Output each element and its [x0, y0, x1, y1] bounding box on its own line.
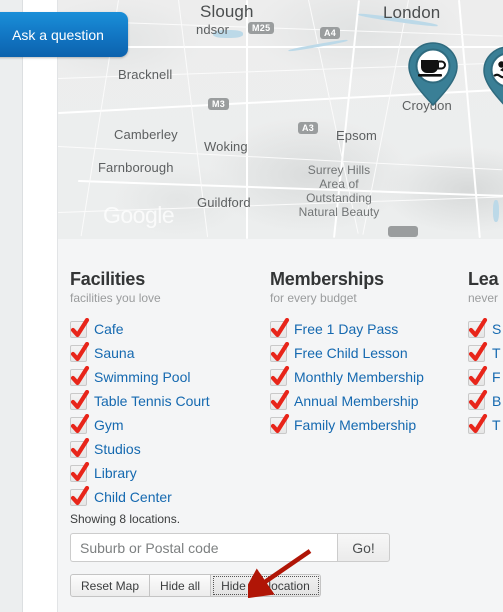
column-memberships: Memberships for every budget Free 1 Day …: [270, 269, 465, 437]
list-item[interactable]: S: [468, 317, 503, 341]
membership-list: Free 1 Day Pass Free Child Lesson Monthl…: [270, 317, 465, 437]
list-item-label: T: [492, 345, 501, 361]
reset-map-button[interactable]: Reset Map: [70, 574, 151, 597]
list-item-label: Studios: [94, 441, 141, 457]
list-item[interactable]: Free 1 Day Pass: [270, 317, 465, 341]
hide-my-location-button[interactable]: Hide my location: [211, 574, 321, 597]
map-area-label: Surrey Hills Area of Outstanding Natural Be…: [298, 163, 380, 219]
column-title: Facilities: [70, 269, 146, 289]
list-item[interactable]: Gym: [70, 413, 270, 437]
road-shield-icon: M25: [248, 22, 275, 34]
list-item[interactable]: T: [468, 413, 503, 437]
checkbox-checked-icon[interactable]: [468, 341, 488, 362]
checkbox-checked-icon[interactable]: [70, 365, 90, 386]
column-subtitle: for every budget: [270, 291, 357, 305]
checkbox-checked-icon[interactable]: [270, 341, 290, 362]
map-button-group: Reset Map Hide all Hide my location: [70, 574, 490, 597]
facility-list: Cafe Sauna Swimming Pool Table Tennis Co…: [70, 317, 270, 509]
checkbox-checked-icon[interactable]: [468, 365, 488, 386]
checkbox-checked-icon[interactable]: [270, 317, 290, 338]
list-item[interactable]: Swimming Pool: [70, 365, 270, 389]
checkbox-checked-icon[interactable]: [468, 413, 488, 434]
list-item-label: Swimming Pool: [94, 369, 191, 385]
map-label: Camberley: [114, 127, 178, 142]
map-marker-cafe[interactable]: [407, 41, 459, 107]
map-label: Farnborough: [98, 160, 174, 175]
list-item[interactable]: F: [468, 365, 503, 389]
checkbox-checked-icon[interactable]: [270, 365, 290, 386]
coffee-cup-icon: [418, 60, 446, 77]
map-label: Bracknell: [118, 67, 173, 82]
checkbox-checked-icon[interactable]: [70, 437, 90, 458]
map-controls: Showing 8 locations. Go! Reset Map Hide …: [70, 512, 490, 597]
list-item[interactable]: Cafe: [70, 317, 270, 341]
column-title: Lea: [468, 269, 499, 289]
list-item[interactable]: Free Child Lesson: [270, 341, 465, 365]
checkbox-checked-icon[interactable]: [468, 317, 488, 338]
checkbox-checked-icon[interactable]: [270, 413, 290, 434]
checkbox-checked-icon[interactable]: [70, 485, 90, 506]
list-item[interactable]: B: [468, 389, 503, 413]
list-item-label: T: [492, 417, 501, 433]
checkbox-checked-icon[interactable]: [468, 389, 488, 410]
list-item[interactable]: T: [468, 341, 503, 365]
column-learning: Lea never S T F B T: [468, 269, 503, 437]
list-item-label: Sauna: [94, 345, 135, 361]
ask-a-question-label: Ask a question: [12, 26, 104, 43]
list-item-label: Family Membership: [294, 417, 417, 433]
list-item-label: B: [492, 393, 502, 409]
location-search-row: Go!: [70, 533, 390, 562]
map-label: ndsor: [196, 22, 230, 37]
column-subtitle: never: [468, 291, 499, 305]
page-left-gutter: [0, 0, 23, 612]
checkbox-checked-icon[interactable]: [70, 341, 90, 362]
map-label: Guildford: [197, 195, 251, 210]
road-shield-icon: M3: [208, 98, 230, 110]
column-subtitle: facilities you love: [70, 291, 161, 305]
learning-list: S T F B T: [468, 317, 503, 437]
go-button[interactable]: Go!: [337, 533, 390, 562]
list-item-label: Free 1 Day Pass: [294, 321, 399, 337]
list-item[interactable]: Studios: [70, 437, 270, 461]
road-shield-icon: A3: [298, 122, 319, 134]
list-item[interactable]: Annual Membership: [270, 389, 465, 413]
ask-a-question-button[interactable]: Ask a question: [0, 12, 128, 57]
list-item[interactable]: Library: [70, 461, 270, 485]
list-item-label: Child Center: [94, 489, 172, 505]
list-item-label: Library: [94, 465, 137, 481]
map-label: Slough: [200, 2, 254, 21]
road-shield-icon: A4: [320, 27, 341, 39]
search-input[interactable]: [70, 533, 337, 562]
list-item-label: Free Child Lesson: [294, 345, 408, 361]
list-item-label: Annual Membership: [294, 393, 419, 409]
list-item[interactable]: Sauna: [70, 341, 270, 365]
list-item[interactable]: Monthly Membership: [270, 365, 465, 389]
map-label: London: [383, 3, 441, 22]
hide-all-button[interactable]: Hide all: [150, 574, 212, 597]
map-marker-pool[interactable]: [482, 45, 503, 111]
list-item[interactable]: Family Membership: [270, 413, 465, 437]
column-title: Memberships: [270, 269, 384, 289]
checkbox-checked-icon[interactable]: [70, 461, 90, 482]
column-facilities: Facilities facilities you love Cafe Saun…: [70, 269, 270, 509]
list-item-label: Cafe: [94, 321, 124, 337]
road-shield-icon: [388, 226, 418, 237]
list-item[interactable]: Child Center: [70, 485, 270, 509]
showing-locations-text: Showing 8 locations.: [70, 512, 181, 526]
checkbox-checked-icon[interactable]: [70, 413, 90, 434]
checkbox-checked-icon[interactable]: [70, 389, 90, 410]
page-left-margin: [23, 0, 58, 612]
list-item-label: F: [492, 369, 501, 385]
list-item-label: Table Tennis Court: [94, 393, 210, 409]
checkbox-checked-icon[interactable]: [270, 389, 290, 410]
map-label: Epsom: [336, 128, 377, 143]
list-item-label: S: [492, 321, 502, 337]
checkbox-checked-icon[interactable]: [70, 317, 90, 338]
list-item-label: Gym: [94, 417, 124, 433]
map-label: Woking: [204, 139, 248, 154]
list-item-label: Monthly Membership: [294, 369, 424, 385]
google-watermark: Google: [103, 202, 175, 228]
list-item[interactable]: Table Tennis Court: [70, 389, 270, 413]
